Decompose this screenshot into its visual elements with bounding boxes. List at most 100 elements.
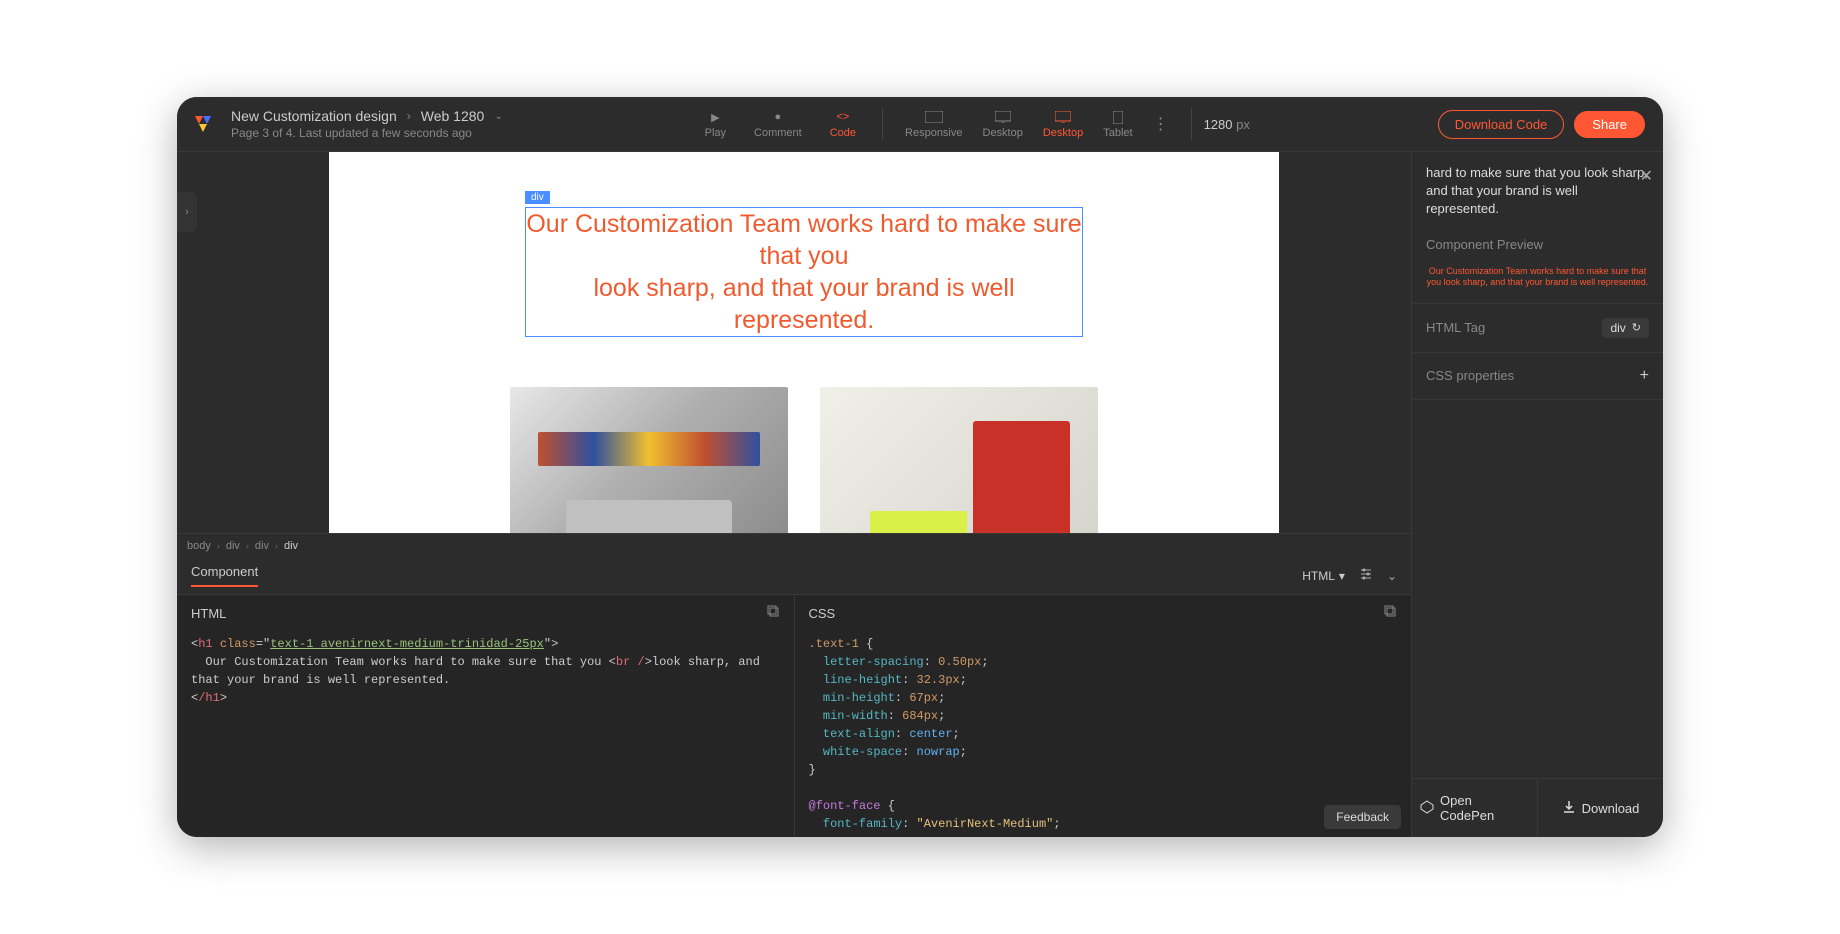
codepen-icon <box>1420 800 1434 817</box>
panel-tabs: Component HTML ▾ ⌄ <box>177 557 1411 595</box>
copy-icon[interactable] <box>767 605 780 621</box>
dom-breadcrumb: body› div› div› div <box>177 533 1411 557</box>
page-name[interactable]: Web 1280 <box>421 108 485 124</box>
chevron-down-icon[interactable]: ⌄ <box>1387 569 1397 583</box>
plus-icon[interactable]: + <box>1640 367 1649 385</box>
html-tag-selector[interactable]: div ↻ <box>1602 318 1649 338</box>
tool-comment[interactable]: ● Comment <box>740 103 816 145</box>
header-center: ▶ Play ● Comment <> Code Responsive Desktop… <box>503 103 1438 145</box>
sidebar-element-text: hard to make sure that you look sharp, a… <box>1412 152 1663 231</box>
tool-label: Play <box>705 127 726 139</box>
divider <box>1191 108 1192 140</box>
more-icon[interactable]: ⋮ <box>1143 114 1179 134</box>
responsive-icon <box>925 109 943 125</box>
tool-label: Comment <box>754 127 802 139</box>
device-label: Desktop <box>983 127 1023 139</box>
chevron-down-icon: ▾ <box>1339 569 1345 583</box>
chevron-down-icon[interactable]: ⌄ <box>494 111 502 122</box>
image-screenprint[interactable] <box>820 387 1098 533</box>
body: › div Our Customization Team works hard … <box>177 152 1663 837</box>
crumb[interactable]: div <box>255 540 269 552</box>
headline-line2: look sharp, and that your brand is well … <box>593 274 1014 334</box>
headline-text: Our Customization Team works hard to mak… <box>526 208 1082 336</box>
tool-code[interactable]: <> Code <box>816 103 870 145</box>
device-label: Desktop <box>1043 127 1083 139</box>
device-desktop-2[interactable]: Desktop <box>1033 103 1093 145</box>
close-icon[interactable]: ✕ <box>1640 166 1653 188</box>
comment-icon: ● <box>775 109 782 125</box>
reset-icon[interactable]: ↻ <box>1632 321 1641 334</box>
desktop-icon <box>995 109 1011 125</box>
canvas-wrap: › div Our Customization Team works hard … <box>177 152 1411 533</box>
css-panel-header: CSS <box>795 595 1412 631</box>
css-title: CSS <box>809 606 836 621</box>
sidebar: hard to make sure that you look sharp, a… <box>1411 152 1663 837</box>
rail-expand-button[interactable]: › <box>177 192 197 232</box>
desktop-icon <box>1055 109 1071 125</box>
tool-label: Code <box>830 127 856 139</box>
canvas: div Our Customization Team works hard to… <box>329 152 1279 533</box>
settings-icon[interactable] <box>1359 567 1373 584</box>
device-label: Responsive <box>905 127 962 139</box>
html-panel-header: HTML <box>177 595 794 631</box>
sidebar-spacer <box>1412 400 1663 778</box>
selection-box: Our Customization Team works hard to mak… <box>525 207 1083 337</box>
divider <box>882 108 883 140</box>
canvas-size[interactable]: 1280 px <box>1204 117 1250 132</box>
share-button[interactable]: Share <box>1574 111 1645 138</box>
device-responsive[interactable]: Responsive <box>895 103 972 145</box>
canvas-area[interactable]: div Our Customization Team works hard to… <box>197 152 1411 533</box>
sidebar-footer: Open CodePen Download <box>1412 778 1663 837</box>
tool-play[interactable]: ▶ Play <box>691 103 740 145</box>
tablet-icon <box>1113 109 1123 125</box>
image-embroidery[interactable] <box>510 387 788 533</box>
html-tag-row: HTML Tag div ↻ <box>1412 304 1663 353</box>
selection-tag-label: div <box>525 191 550 204</box>
file-name[interactable]: New Customization design <box>231 108 397 124</box>
sidebar-desc: hard to make sure that you look sharp, a… <box>1426 165 1648 216</box>
code-panels: HTML <h1 class="text-1 avenirnext-medium… <box>177 595 1411 837</box>
preview-section-title: Component Preview <box>1412 231 1663 262</box>
language-dropdown[interactable]: HTML ▾ <box>1302 569 1345 583</box>
html-tag-label: HTML Tag <box>1426 320 1485 335</box>
download-code-button[interactable]: Download Code <box>1438 110 1565 139</box>
images-row <box>510 387 1098 533</box>
codepen-label: Open CodePen <box>1440 793 1529 823</box>
download-icon <box>1562 800 1576 817</box>
css-props-label: CSS properties <box>1426 368 1514 383</box>
selected-element[interactable]: div Our Customization Team works hard to… <box>525 207 1083 337</box>
app-window: New Customization design › Web 1280 ⌄ Pa… <box>177 97 1663 837</box>
device-tablet[interactable]: Tablet <box>1093 103 1142 145</box>
header: New Customization design › Web 1280 ⌄ Pa… <box>177 97 1663 152</box>
html-panel: HTML <h1 class="text-1 avenirnext-medium… <box>177 595 795 837</box>
open-codepen-button[interactable]: Open CodePen <box>1412 779 1538 837</box>
chevron-right-icon: › <box>217 541 220 551</box>
feedback-button[interactable]: Feedback <box>1324 805 1401 829</box>
copy-icon[interactable] <box>1384 605 1397 621</box>
download-button[interactable]: Download <box>1538 779 1663 837</box>
play-icon: ▶ <box>711 109 719 125</box>
chevron-right-icon: › <box>407 109 411 123</box>
chevron-right-icon: › <box>275 541 278 551</box>
css-properties-row[interactable]: CSS properties + <box>1412 353 1663 400</box>
device-desktop[interactable]: Desktop <box>973 103 1033 145</box>
left-rail: › <box>177 152 197 533</box>
language-label: HTML <box>1302 569 1335 583</box>
html-code[interactable]: <h1 class="text-1 avenirnext-medium-trin… <box>177 631 794 837</box>
css-code[interactable]: .text-1 { letter-spacing: 0.50px; line-h… <box>795 631 1412 837</box>
html-title: HTML <box>191 606 226 621</box>
html-tag-value: div <box>1610 321 1625 335</box>
header-right: Download Code Share <box>1438 110 1645 139</box>
device-label: Tablet <box>1103 127 1132 139</box>
crumb[interactable]: div <box>226 540 240 552</box>
tab-component[interactable]: Component <box>191 564 258 587</box>
crumb[interactable]: body <box>187 540 211 552</box>
code-icon: <> <box>836 109 849 125</box>
app-logo-icon[interactable] <box>195 116 211 132</box>
devices-group: Responsive Desktop Desktop Tablet ⋮ <box>895 103 1179 145</box>
size-unit: px <box>1236 117 1250 132</box>
tools-group: ▶ Play ● Comment <> Code <box>691 103 870 145</box>
panel-tabs-right: HTML ▾ ⌄ <box>1302 567 1397 584</box>
crumb-current[interactable]: div <box>284 540 298 552</box>
file-breadcrumb: New Customization design › Web 1280 ⌄ <box>231 108 503 124</box>
